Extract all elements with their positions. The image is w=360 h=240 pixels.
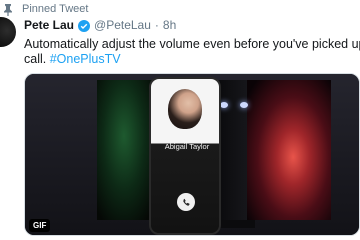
- tv-left-scene: [97, 80, 157, 220]
- tweet-text-line2: call. #OnePlusTV: [24, 52, 360, 67]
- author-handle[interactable]: @PeteLau: [94, 18, 151, 32]
- gif-badge: GIF: [29, 219, 51, 232]
- hashtag-link[interactable]: #OnePlusTV: [50, 52, 121, 66]
- pinned-label: Pinned Tweet: [22, 3, 89, 15]
- ceiling-lamp: [240, 102, 248, 108]
- separator-dot: ·: [154, 18, 159, 32]
- tweet-header: Pete Lau @PeteLau · 8h: [24, 17, 176, 33]
- pinned-tweet-indicator: Pinned Tweet: [0, 2, 88, 16]
- tweet-text-line1: Automatically adjust the volume even bef…: [24, 37, 360, 51]
- phone-call-icon: [177, 193, 195, 211]
- contact-name: Abigail Taylor: [164, 142, 210, 151]
- contact-photo: [168, 89, 202, 129]
- tweet-text-line2-prefix: call.: [24, 52, 50, 66]
- tweet-text: Automatically adjust the volume even bef…: [24, 37, 360, 67]
- avatar[interactable]: [0, 17, 16, 47]
- author-name[interactable]: Pete Lau: [24, 18, 74, 32]
- ceiling-lamp: [220, 102, 228, 108]
- verified-badge-icon: [78, 19, 91, 32]
- tweet-media-gif[interactable]: Abigail Taylor GIF: [24, 73, 360, 236]
- pin-icon: [3, 3, 13, 16]
- phone-mockup: Abigail Taylor: [149, 77, 221, 235]
- tv-right-scene: [247, 80, 331, 220]
- tweet-timestamp[interactable]: 8h: [163, 18, 176, 32]
